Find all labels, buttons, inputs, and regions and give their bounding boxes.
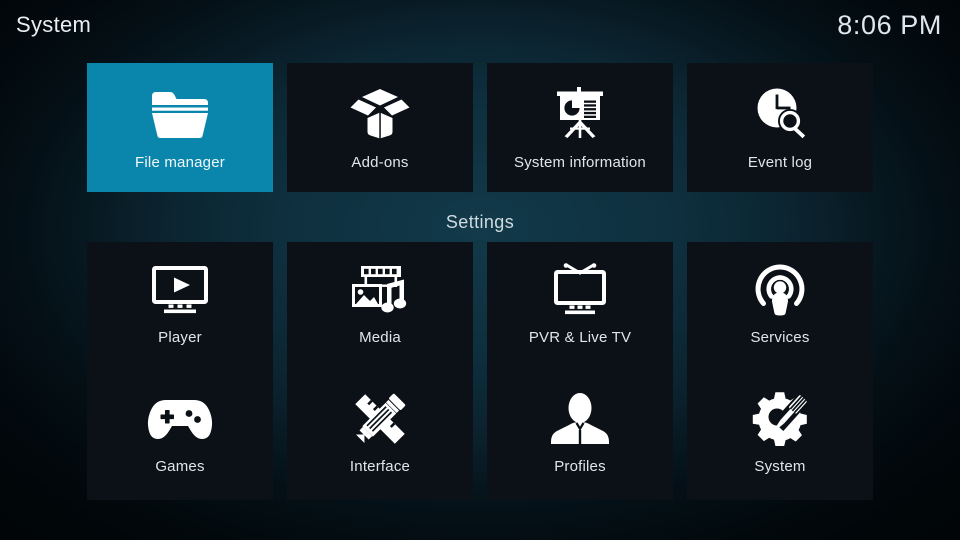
settings-section-band: Settings: [0, 192, 960, 242]
page-title: System: [16, 12, 92, 37]
top-bar: System 8:06 PM: [0, 0, 960, 50]
person-bust-icon: [544, 389, 616, 449]
tile-label: System information: [514, 154, 646, 171]
open-box-icon: [344, 83, 416, 145]
tile-interface[interactable]: Interface: [287, 371, 473, 500]
settings-tile-row-1: Player Media PVR & Live TV Services: [87, 242, 873, 371]
tile-profiles[interactable]: Profiles: [487, 371, 673, 500]
pencil-ruler-icon: [344, 389, 416, 449]
tile-media[interactable]: Media: [287, 242, 473, 371]
kodi-system-screen: System 8:06 PM File manager Add-ons Syst…: [0, 0, 960, 540]
tile-player[interactable]: Player: [87, 242, 273, 371]
gamepad-icon: [144, 389, 216, 449]
tile-games[interactable]: Games: [87, 371, 273, 500]
tile-system-information[interactable]: System information: [487, 63, 673, 192]
tile-label: File manager: [135, 154, 225, 171]
tile-label: Media: [359, 329, 401, 346]
tile-label: Profiles: [554, 458, 606, 475]
clock: 8:06 PM: [837, 9, 942, 40]
gear-screwdriver-icon: [744, 389, 816, 449]
tile-label: Services: [750, 329, 810, 346]
presentation-icon: [544, 83, 616, 145]
tv-antenna-icon: [544, 260, 616, 320]
tile-label: PVR & Live TV: [528, 329, 632, 346]
tile-label: Event log: [747, 154, 813, 171]
clock-search-icon: [744, 83, 816, 145]
film-photo-music-icon: [344, 260, 416, 320]
tile-label: Add-ons: [351, 154, 409, 171]
settings-heading: Settings: [445, 212, 515, 232]
tile-label: Player: [158, 329, 202, 346]
tile-add-ons[interactable]: Add-ons: [287, 63, 473, 192]
monitor-play-icon: [144, 260, 216, 320]
tile-label: Games: [155, 458, 205, 475]
top-tile-row: File manager Add-ons System information …: [87, 63, 873, 192]
broadcast-person-icon: [744, 260, 816, 320]
tile-file-manager[interactable]: File manager: [87, 63, 273, 192]
tile-event-log[interactable]: Event log: [687, 63, 873, 192]
tile-label: Interface: [349, 458, 411, 475]
tile-system[interactable]: System: [687, 371, 873, 500]
tile-services[interactable]: Services: [687, 242, 873, 371]
tile-label: System: [754, 458, 806, 475]
settings-tile-row-2: Games Interface Profiles System: [87, 371, 873, 500]
folder-icon: [144, 83, 216, 145]
tile-pvr-live-tv[interactable]: PVR & Live TV: [487, 242, 673, 371]
